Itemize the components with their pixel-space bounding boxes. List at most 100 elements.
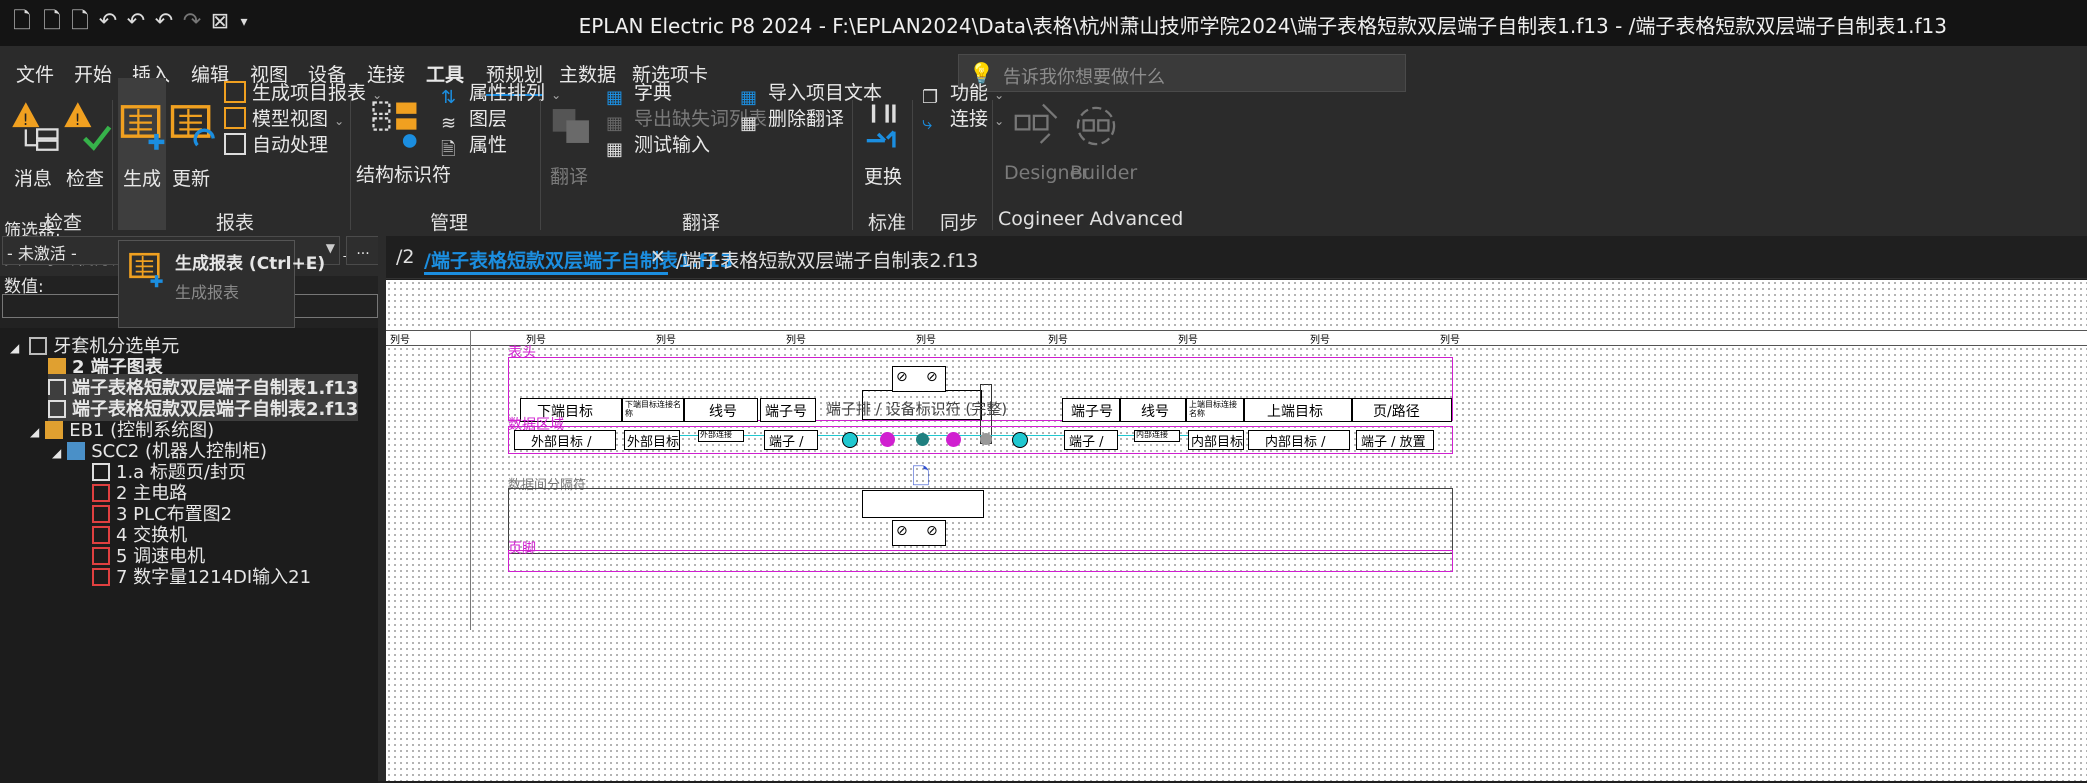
test-input-button[interactable]: ▦ 测试输入 — [606, 130, 710, 161]
generate-report-icon — [120, 105, 165, 150]
project-report-icon — [224, 81, 246, 103]
connection-icon: ⤷ — [922, 113, 933, 134]
expand-icon[interactable]: ◢ — [10, 341, 19, 355]
separator — [112, 100, 113, 230]
filter-value: - 未激活 - — [7, 244, 77, 263]
tooltip-title: 生成报表 (Ctrl+E) — [175, 254, 326, 274]
ribbon: ! 消息 ! 检查 检查 生成 更新 生成项目报表 ⌄ 模型视图 ⌄ 自动处理 … — [0, 78, 2087, 237]
replace-label: 更换 — [863, 166, 902, 188]
column-ruler — [386, 330, 2087, 346]
warning-message-icon: ! — [12, 102, 59, 151]
translate-label: 翻译 — [549, 166, 588, 188]
header-cell-text: 线号 — [1141, 404, 1169, 420]
chevron-down-icon: ⌄ — [994, 114, 1005, 128]
separator — [992, 100, 993, 230]
chevron-down-icon: ⌄ — [994, 88, 1005, 102]
gen-project-report-label: 生成项目报表 — [252, 82, 367, 104]
menu-start[interactable]: 开始 — [74, 60, 112, 87]
footer-terminal-box — [862, 490, 984, 518]
data-cell: 外部连接 — [698, 430, 744, 442]
data-cell-text: 端子 / 放置 — [1361, 435, 1426, 450]
update-button[interactable]: 更新 — [168, 100, 215, 191]
tab-page-2[interactable]: /2 — [396, 246, 415, 268]
header-cell-text: 上端目标连接名称 — [1189, 400, 1237, 418]
column-label: 列号 — [1310, 335, 1330, 346]
data-cell: 端子 / 放置 — [1356, 430, 1434, 450]
data-cell: 内部目标 — [1188, 430, 1244, 450]
screw-icon: ⊘ — [926, 523, 938, 539]
attr-sort-label: 属性排列 — [469, 82, 546, 104]
separator — [852, 100, 853, 230]
header-cell-text: 端子号 — [765, 404, 807, 420]
model-view-label: 模型视图 — [252, 108, 329, 130]
schematic-page-icon — [92, 568, 110, 586]
drawing-canvas[interactable]: 列号 列号 列号 列号 列号 列号 列号 列号 列号 表头 ⊘ ⊘ 下端目标 下… — [386, 280, 2087, 781]
data-cell-text: 端子 / — [769, 435, 804, 450]
data-cell-text: 内部目标 — [1191, 435, 1244, 450]
header-cell: 上端目标连接名称 — [1186, 398, 1244, 422]
header-cell: 线号 — [1120, 398, 1186, 422]
column-label: 列号 — [656, 335, 676, 346]
separator — [912, 100, 913, 230]
header-cell-text: 页/路径 — [1373, 404, 1420, 420]
generate-report-icon — [129, 252, 163, 288]
column-label: 列号 — [916, 335, 936, 346]
test-input-icon: ▦ — [606, 139, 624, 160]
auto-process-label: 自动处理 — [252, 134, 329, 156]
document-tabs: /2 /端子表格短款双层端子自制表1.f13 ✕ /端子表格短款双层端子自制表2… — [386, 236, 2087, 279]
group-label-translate: 翻译 — [682, 212, 721, 234]
tree-item-label: 7 数字量1214DI输入21 — [116, 567, 312, 588]
expand-icon[interactable]: ◢ — [52, 446, 61, 460]
screw-icon: ⊘ — [896, 369, 908, 385]
project-icon — [29, 337, 48, 355]
tree-item[interactable]: 7 数字量1214DI输入21 — [92, 563, 311, 589]
connection-label: 连接 — [950, 108, 989, 130]
group-label-manage: 管理 — [430, 212, 469, 234]
designer-button[interactable]: Designer — [1004, 78, 1090, 184]
message-button[interactable]: ! 消息 — [10, 100, 59, 191]
builder-button[interactable]: Builder — [1070, 78, 1138, 184]
generate-button[interactable]: 生成 — [118, 78, 166, 230]
test-input-label: 测试输入 — [634, 134, 711, 156]
builder-label: Builder — [1070, 162, 1138, 184]
attribute-button[interactable]: 🗎 属性 — [441, 130, 507, 160]
auto-process-icon — [224, 133, 246, 155]
footer-region[interactable] — [508, 550, 1453, 572]
struct-id-button[interactable]: 结构标识符 — [356, 78, 452, 187]
tab-terminal-form-2[interactable]: /端子表格短款双层端子自制表2.f13 — [676, 246, 978, 273]
column-label: 列号 — [1178, 335, 1198, 346]
svg-text:!: ! — [74, 110, 80, 129]
replace-button[interactable]: 更换 — [860, 78, 906, 189]
screw-icon: ⊘ — [896, 523, 908, 539]
struct-id-label: 结构标识符 — [356, 164, 452, 186]
translate-button[interactable]: 翻译 — [546, 78, 592, 189]
function-label: 功能 — [950, 82, 989, 104]
delete-translation-icon: ▦ — [740, 113, 758, 134]
update-report-icon — [170, 105, 215, 147]
active-tab-indicator — [424, 272, 668, 275]
expand-icon[interactable]: ◢ — [30, 425, 39, 439]
menu-file[interactable]: 文件 — [16, 60, 54, 87]
header-cell: 端子号 — [760, 398, 816, 422]
panel-scrollbar[interactable] — [378, 236, 386, 781]
header-cell: 线号 — [684, 398, 758, 422]
delete-translation-button[interactable]: ▦ 删除翻译 — [740, 104, 844, 135]
title-bar: 🗋 🗋 🗋 ↶ ↶ ↶ ↷ ⊠ ▾ EPLAN Electric P8 2024… — [0, 0, 2087, 46]
header-cell-text: 端子号 — [1071, 404, 1113, 420]
delete-translation-label: 删除翻译 — [768, 108, 845, 130]
column-label: 列号 — [786, 335, 806, 346]
model-view-button[interactable]: 模型视图 ⌄ — [224, 104, 344, 131]
check-button[interactable]: ! 检查 — [62, 100, 112, 191]
svg-text:!: ! — [22, 110, 28, 129]
filter-more-button[interactable]: ... — [346, 236, 380, 265]
cabinet-icon — [67, 442, 86, 460]
terminal-gray-icon — [980, 433, 992, 445]
auto-process-button[interactable]: 自动处理 — [224, 130, 328, 157]
designer-label: Designer — [1004, 162, 1090, 184]
group-label-standard: 标准 — [868, 212, 907, 234]
data-cell: 内部连接 — [1134, 430, 1180, 442]
close-icon[interactable]: ✕ — [650, 246, 666, 268]
header-cell-text: 端子排 / 设备标识符 (完整) — [826, 400, 1008, 418]
data-cell-text: 外部目标 / — [531, 435, 592, 450]
data-cell-text: 外部连接 — [700, 430, 732, 439]
